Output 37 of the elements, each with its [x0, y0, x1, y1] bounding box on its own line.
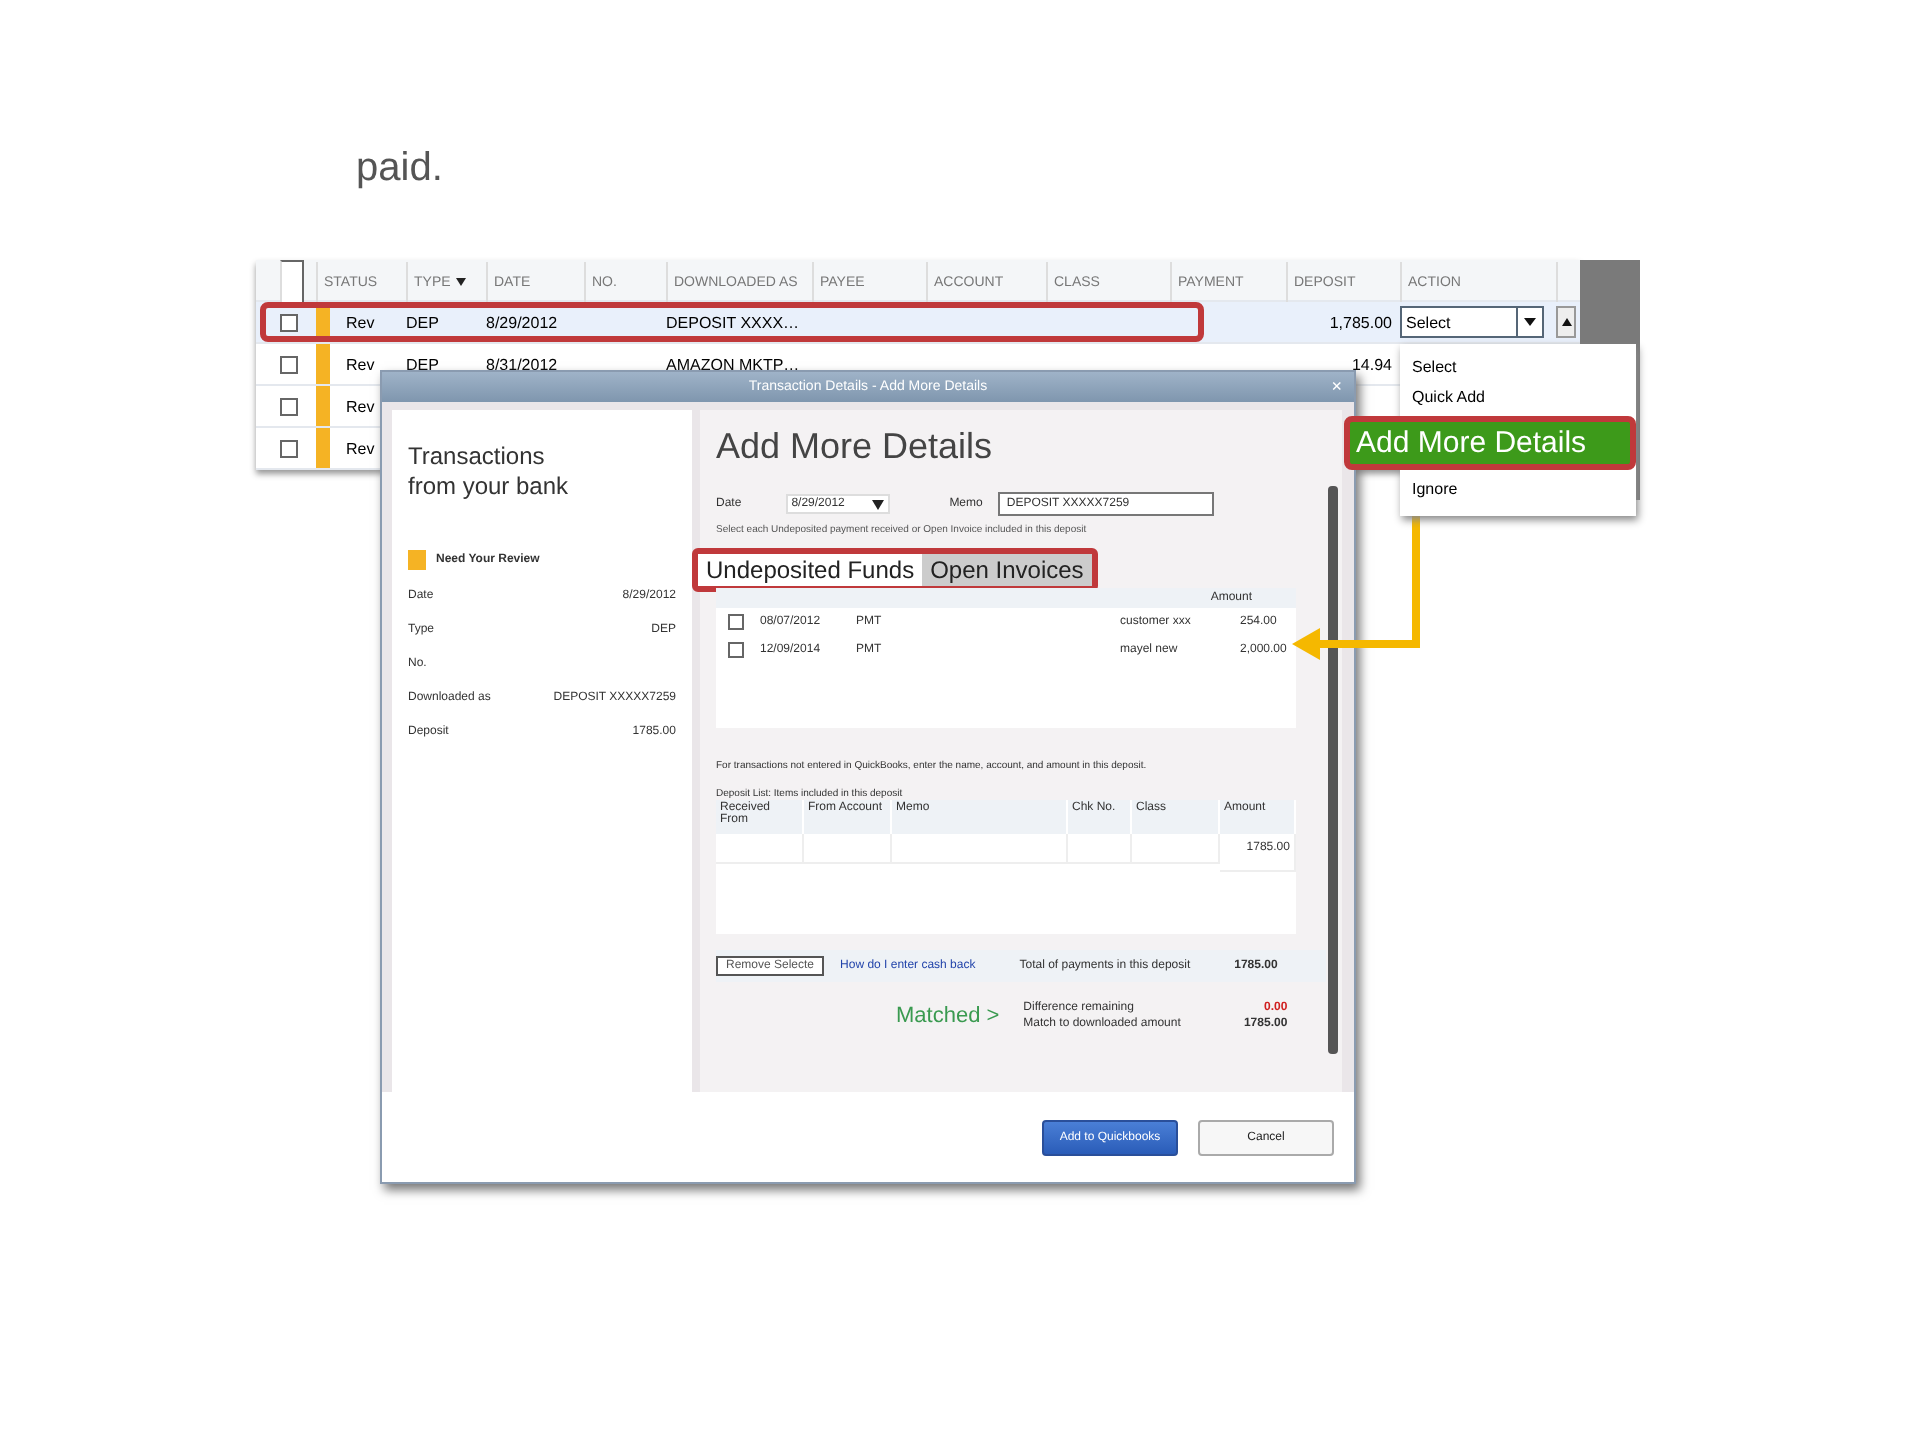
- matched-link[interactable]: Matched >: [896, 1004, 1000, 1028]
- checkbox[interactable]: [280, 397, 298, 415]
- sort-arrow-icon: [456, 278, 467, 286]
- checkbox[interactable]: [280, 439, 298, 457]
- tab[interactable]: Open Invoices: [922, 554, 1092, 586]
- table-cell: Rev: [346, 313, 375, 331]
- table-cell-text: 14.94: [1349, 355, 1394, 373]
- scroll-up-icon[interactable]: [1556, 306, 1576, 338]
- checkbox[interactable]: [280, 355, 298, 373]
- scrollbar[interactable]: [1328, 486, 1338, 1054]
- menu-item[interactable]: Add More Details: [1344, 416, 1636, 470]
- status-marker: [408, 550, 426, 570]
- section-heading: Add More Details: [716, 426, 995, 468]
- slide-text: paid.: [356, 148, 445, 194]
- table-cell-text: DEP: [406, 313, 441, 331]
- table-cell: Rev: [346, 397, 375, 415]
- close-icon[interactable]: ×: [1331, 376, 1342, 396]
- checkbox[interactable]: [728, 642, 744, 658]
- table-cell-text: 8/29/2012: [486, 313, 560, 331]
- table-cell-text: AMAZON MKTP…: [666, 355, 802, 373]
- checkbox[interactable]: [280, 313, 298, 331]
- checkbox[interactable]: [728, 614, 744, 630]
- menu-item[interactable]: Ignore: [1400, 474, 1636, 504]
- tab[interactable]: Undeposited Funds: [698, 554, 923, 586]
- action-dropdown[interactable]: Select: [1400, 306, 1544, 338]
- caret-icon: [1524, 318, 1536, 326]
- table-cell-text: DEP: [406, 355, 441, 373]
- table-cell: Rev: [346, 355, 375, 373]
- table-cell-text: 8/31/2012: [486, 355, 560, 373]
- menu-item[interactable]: Quick Add: [1400, 382, 1636, 412]
- table-cell-text: DEPOSIT XXXX…: [666, 313, 802, 331]
- table-cell: Rev: [346, 439, 375, 457]
- checkbox[interactable]: [280, 260, 304, 304]
- table-cell-text: 1,785.00: [1327, 313, 1394, 331]
- panel-heading: Transactions from your bank: [408, 442, 571, 502]
- caret-icon: [871, 499, 884, 509]
- menu-item[interactable]: Select: [1400, 352, 1636, 382]
